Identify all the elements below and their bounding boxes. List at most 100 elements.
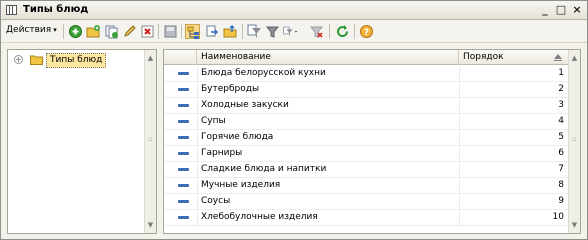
- cell-name: Хлебобулочные изделия: [201, 212, 318, 222]
- table-row[interactable]: Горячие блюда 5: [164, 130, 568, 146]
- column-divider: [197, 130, 198, 146]
- copy-icon[interactable]: [104, 24, 119, 39]
- row-icon-cell: [164, 210, 197, 226]
- add-folder-icon[interactable]: [86, 24, 101, 39]
- column-divider: [197, 82, 198, 98]
- filter-set-icon[interactable]: [247, 24, 262, 39]
- tree-mode-icon[interactable]: [185, 24, 200, 39]
- cell-name: Соусы: [201, 196, 231, 206]
- table-row[interactable]: Бутерброды 2: [164, 82, 568, 98]
- column-divider: [197, 114, 198, 130]
- column-divider: [197, 162, 198, 178]
- actions-menu-label: Действия: [6, 25, 52, 35]
- column-divider: [459, 178, 460, 194]
- column-divider: [197, 146, 198, 162]
- expand-icon[interactable]: +: [14, 55, 23, 64]
- icon-column-header[interactable]: [164, 50, 197, 65]
- column-divider: [459, 130, 460, 146]
- column-divider: [459, 194, 460, 210]
- toolbar-separator: [329, 24, 330, 39]
- cell-order: 5: [558, 132, 564, 142]
- column-divider: [459, 98, 460, 114]
- table-row[interactable]: Хлебобулочные изделия 10: [164, 210, 568, 226]
- column-header-name[interactable]: Наименование: [197, 50, 459, 65]
- edit-icon[interactable]: [122, 24, 137, 39]
- column-divider: [459, 114, 460, 130]
- cell-order: 4: [558, 116, 564, 126]
- title-bar[interactable]: Типы блюд _ □ ×: [1, 1, 587, 20]
- cell-name: Холодные закуски: [201, 100, 289, 110]
- scroll-down-icon[interactable]: ▼: [145, 219, 156, 231]
- cell-order: 8: [558, 180, 564, 190]
- groups-tree[interactable]: + Типы блюд ▲ ▫ ▼: [7, 49, 157, 234]
- scroll-grip-icon[interactable]: ▫: [148, 136, 153, 143]
- row-icon-cell: [164, 66, 197, 82]
- scroll-grip-icon[interactable]: ▫: [572, 136, 577, 143]
- column-header-order[interactable]: Порядок: [459, 50, 568, 65]
- close-button[interactable]: ×: [571, 4, 583, 16]
- element-icon: [178, 216, 189, 219]
- column-divider: [197, 178, 198, 194]
- toolbar-separator: [181, 24, 182, 39]
- cell-name: Блюда белорусской кухни: [201, 68, 326, 78]
- tree-node-label[interactable]: Типы блюд: [46, 53, 107, 68]
- cell-order: 10: [552, 212, 564, 222]
- refresh-icon[interactable]: [335, 24, 350, 39]
- items-grid[interactable]: Наименование Порядок Блюда белорусской к…: [163, 49, 581, 234]
- filter-icon[interactable]: [265, 24, 280, 39]
- row-icon-cell: [164, 162, 197, 178]
- toolbar-separator: [354, 24, 355, 39]
- column-divider: [197, 194, 198, 210]
- help-icon[interactable]: ?: [359, 24, 374, 39]
- scroll-down-icon[interactable]: ▼: [569, 219, 580, 231]
- toolbar: Действия ▾ ?: [1, 21, 587, 43]
- filter-list-icon[interactable]: [283, 24, 305, 39]
- scroll-up-icon[interactable]: ▲: [569, 52, 580, 64]
- column-divider: [459, 66, 460, 82]
- column-header-order-label: Порядок: [463, 52, 504, 62]
- cell-name: Сладкие блюда и напитки: [201, 164, 327, 174]
- catalog-window: Типы блюд _ □ × Действия ▾ ? + Типы блюд…: [0, 0, 588, 240]
- row-icon-cell: [164, 130, 197, 146]
- table-row[interactable]: Соусы 9: [164, 194, 568, 210]
- cell-name: Гарниры: [201, 148, 243, 158]
- element-icon: [178, 72, 189, 75]
- actions-menu[interactable]: Действия ▾: [6, 25, 57, 35]
- column-divider: [197, 66, 198, 82]
- table-row[interactable]: Сладкие блюда и напитки 7: [164, 162, 568, 178]
- element-icon: [178, 136, 189, 139]
- cell-order: 1: [558, 68, 564, 78]
- filter-clear-icon[interactable]: [309, 24, 324, 39]
- element-icon: [178, 104, 189, 107]
- column-divider: [459, 162, 460, 178]
- minimize-button[interactable]: _: [539, 4, 551, 16]
- column-divider: [459, 210, 460, 226]
- grid-scrollbar[interactable]: ▲ ▫ ▼: [568, 50, 580, 233]
- add-icon[interactable]: [68, 24, 83, 39]
- column-divider: [459, 82, 460, 98]
- cell-order: 7: [558, 164, 564, 174]
- table-row[interactable]: Мучные изделия 8: [164, 178, 568, 194]
- toolbar-separator: [242, 24, 243, 39]
- move-to-folder-icon[interactable]: [205, 24, 220, 39]
- element-icon: [178, 200, 189, 203]
- scroll-up-icon[interactable]: ▲: [145, 52, 156, 64]
- row-icon-cell: [164, 82, 197, 98]
- sort-ascending-icon: [554, 54, 562, 59]
- tree-scrollbar[interactable]: ▲ ▫ ▼: [144, 50, 156, 233]
- table-row[interactable]: Блюда белорусской кухни 1: [164, 66, 568, 82]
- list-form-icon: [6, 5, 17, 15]
- sort-ascending-base: [554, 60, 562, 61]
- maximize-button[interactable]: □: [555, 4, 567, 16]
- row-icon-cell: [164, 98, 197, 114]
- table-row[interactable]: Холодные закуски 3: [164, 98, 568, 114]
- table-row[interactable]: Супы 4: [164, 114, 568, 130]
- delete-icon[interactable]: [140, 24, 155, 39]
- chevron-down-icon: ▾: [53, 26, 57, 34]
- element-icon: [178, 120, 189, 123]
- cell-name: Горячие блюда: [201, 132, 274, 142]
- save-icon[interactable]: [163, 24, 178, 39]
- table-row[interactable]: Гарниры 6: [164, 146, 568, 162]
- column-divider: [459, 146, 460, 162]
- up-level-icon[interactable]: [223, 24, 238, 39]
